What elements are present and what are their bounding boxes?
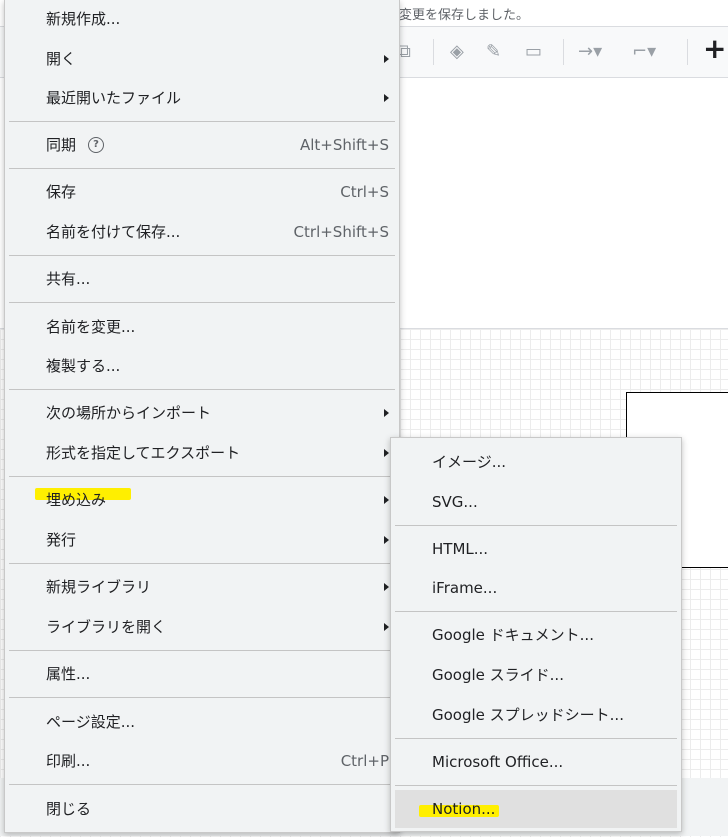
shortcut-text: Ctrl+Shift+S — [293, 223, 389, 241]
menu-item-page-setup[interactable]: ページ設定... — [5, 703, 399, 741]
menu-item-label: 発行 — [46, 531, 77, 549]
submenu-arrow-icon — [384, 583, 389, 591]
menu-item-label: 共有... — [46, 270, 91, 288]
waypoint-style-icon[interactable]: ⌐▾ — [632, 39, 656, 65]
submenu-item-notion[interactable]: Notion... — [395, 790, 677, 828]
menu-item-label: SVG... — [432, 493, 478, 511]
menu-item-label: 最近開いたファイル — [46, 89, 182, 107]
menu-item-label: Google スライド... — [432, 666, 564, 684]
file-menu: 新規作成... 開く 最近開いたファイル 同期? Alt+Shift+S 保存 … — [4, 0, 400, 833]
menu-item-label: 印刷... — [46, 752, 91, 770]
menu-item-label: Microsoft Office... — [432, 753, 564, 771]
menu-divider — [9, 784, 395, 785]
submenu-arrow-icon — [384, 94, 389, 102]
menu-item-label: 形式を指定してエクスポート — [46, 444, 241, 462]
menu-item-save-as[interactable]: 名前を付けて保存... Ctrl+Shift+S — [5, 213, 399, 251]
menu-item-label: 埋め込み — [46, 491, 107, 509]
menu-divider — [9, 121, 395, 122]
submenu-item-iframe[interactable]: iFrame... — [391, 569, 681, 607]
menu-item-duplicate[interactable]: 複製する... — [5, 347, 399, 385]
menu-divider — [9, 697, 395, 698]
embed-submenu: イメージ... SVG... HTML... iFrame... Google … — [390, 437, 682, 832]
menu-item-open[interactable]: 開く — [5, 40, 399, 78]
submenu-item-google-docs[interactable]: Google ドキュメント... — [391, 616, 681, 654]
toolbar-divider — [563, 39, 564, 65]
menu-item-label: 名前を付けて保存... — [46, 223, 181, 241]
menu-item-label: Notion... — [432, 800, 496, 818]
menu-item-publish[interactable]: 発行 — [5, 521, 399, 559]
menu-item-properties[interactable]: 属性... — [5, 655, 399, 693]
fill-color-icon[interactable]: ◈ — [450, 39, 464, 65]
toolbar-divider — [433, 39, 434, 65]
line-color-icon[interactable]: ✎ — [486, 39, 501, 65]
shortcut-text: Ctrl+P — [340, 752, 389, 770]
submenu-arrow-icon — [384, 55, 389, 63]
sync-label: 同期 — [46, 136, 77, 154]
submenu-item-google-slides[interactable]: Google スライド... — [391, 656, 681, 694]
submenu-arrow-icon — [384, 496, 389, 504]
menu-item-label: Google スプレッドシート... — [432, 706, 624, 724]
menu-item-open-library[interactable]: ライブラリを開く — [5, 608, 399, 646]
menu-divider — [395, 525, 677, 526]
menu-item-label: ページ設定... — [46, 713, 136, 731]
menu-item-label: 閉じる — [46, 800, 92, 818]
toolbar-divider — [687, 39, 688, 65]
menu-item-new-library[interactable]: 新規ライブラリ — [5, 568, 399, 606]
help-icon[interactable]: ? — [88, 136, 105, 153]
submenu-item-microsoft-office[interactable]: Microsoft Office... — [391, 743, 681, 781]
menu-item-label: イメージ... — [432, 453, 507, 471]
menu-divider — [9, 302, 395, 303]
submenu-arrow-icon — [384, 623, 389, 631]
shortcut-text: Ctrl+S — [340, 183, 389, 201]
menu-item-label: 新規ライブラリ — [46, 578, 152, 596]
menu-item-label: 属性... — [46, 665, 91, 683]
menu-item-label: 開く — [46, 50, 77, 68]
menu-item-label: 複製する... — [46, 357, 121, 375]
menu-item-print[interactable]: 印刷... Ctrl+P — [5, 742, 399, 780]
shadow-icon[interactable]: ▭ — [525, 39, 542, 65]
menu-item-new[interactable]: 新規作成... — [5, 0, 399, 38]
menu-item-label: 次の場所からインポート — [46, 404, 212, 422]
submenu-arrow-icon — [384, 449, 389, 457]
connection-arrow-icon[interactable]: →▾ — [578, 39, 602, 65]
menu-divider — [9, 255, 395, 256]
menu-item-share[interactable]: 共有... — [5, 260, 399, 298]
menu-divider — [9, 563, 395, 564]
save-status-text: の変更を保存しました。 — [386, 8, 530, 23]
submenu-item-image[interactable]: イメージ... — [391, 443, 681, 481]
menu-item-label: ライブラリを開く — [46, 618, 167, 636]
menu-divider — [395, 738, 677, 739]
submenu-item-google-sheets[interactable]: Google スプレッドシート... — [391, 696, 681, 734]
menu-item-label: HTML... — [432, 540, 489, 558]
menu-item-label: 保存 — [46, 183, 77, 201]
menu-divider — [395, 611, 677, 612]
menu-item-label: Google ドキュメント... — [432, 626, 594, 644]
menu-divider — [9, 168, 395, 169]
menu-item-sync[interactable]: 同期? Alt+Shift+S — [5, 126, 399, 164]
menu-item-label: 同期? — [46, 126, 105, 164]
menu-divider — [395, 785, 677, 786]
menu-divider — [9, 476, 395, 477]
submenu-item-html[interactable]: HTML... — [391, 530, 681, 568]
submenu-arrow-icon — [384, 536, 389, 544]
shortcut-text: Alt+Shift+S — [299, 136, 389, 154]
menu-divider — [9, 650, 395, 651]
submenu-item-svg[interactable]: SVG... — [391, 483, 681, 521]
menu-item-embed[interactable]: 埋め込み — [5, 481, 399, 519]
menu-item-rename[interactable]: 名前を変更... — [5, 308, 399, 346]
menu-divider — [9, 389, 395, 390]
menu-item-recent-files[interactable]: 最近開いたファイル — [5, 79, 399, 117]
submenu-arrow-icon — [384, 409, 389, 417]
menu-item-close[interactable]: 閉じる — [5, 790, 399, 828]
menu-item-label: 新規作成... — [46, 10, 121, 28]
insert-plus-icon[interactable]: + — [703, 35, 726, 63]
menu-item-save[interactable]: 保存 Ctrl+S — [5, 173, 399, 211]
menu-item-export-as[interactable]: 形式を指定してエクスポート — [5, 434, 399, 472]
menu-item-label: 名前を変更... — [46, 318, 136, 336]
menu-item-label: iFrame... — [432, 579, 498, 597]
menu-item-import-from[interactable]: 次の場所からインポート — [5, 394, 399, 432]
